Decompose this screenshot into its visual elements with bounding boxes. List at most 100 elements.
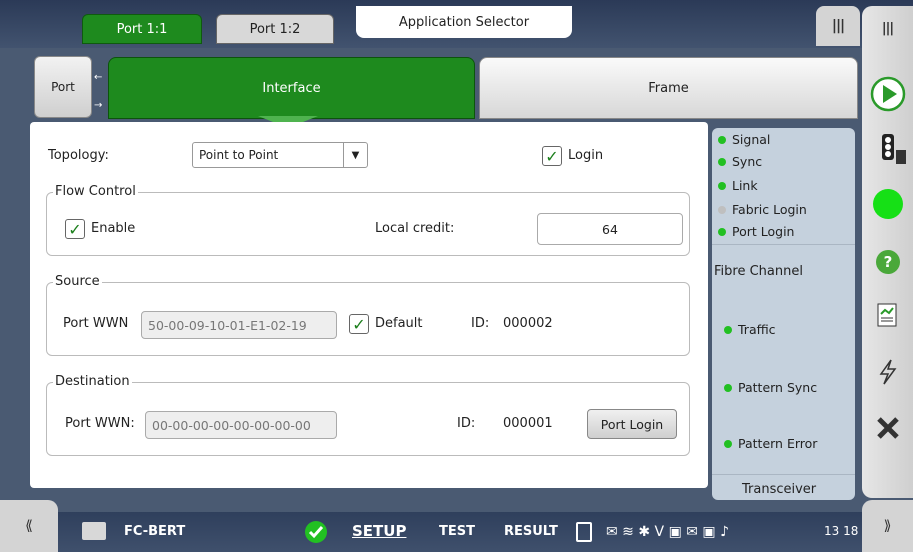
led-icon xyxy=(718,227,726,236)
tab-interface[interactable]: Interface xyxy=(108,57,475,119)
inject-error-button[interactable] xyxy=(862,346,913,398)
menu-icon: ||| xyxy=(831,18,845,34)
status-pattern-error: Pattern Error xyxy=(724,436,817,451)
topology-label: Topology: xyxy=(48,148,109,163)
status-port-login: Port Login xyxy=(718,224,794,239)
transceiver-label[interactable]: Transceiver xyxy=(742,482,816,497)
local-credit-input[interactable]: 64 xyxy=(537,213,683,245)
tab-frame[interactable]: Frame xyxy=(479,57,858,119)
topology-value: Point to Point xyxy=(199,148,279,162)
tab-port-1-2[interactable]: Port 1:2 xyxy=(216,14,334,44)
application-selector-label: Application Selector xyxy=(398,14,530,30)
status-label: Link xyxy=(732,178,758,193)
source-id-value: 000002 xyxy=(503,316,553,331)
led-icon xyxy=(724,383,732,392)
app-name: FC-BERT xyxy=(124,524,186,539)
left-collapse-button[interactable]: ⟪ xyxy=(0,500,58,552)
status-label: Fabric Login xyxy=(732,202,807,217)
status-label: Traffic xyxy=(738,322,776,337)
default-checkbox[interactable]: ✓ xyxy=(349,314,369,334)
login-label: Login xyxy=(568,148,604,163)
menu-button-right[interactable]: ||| xyxy=(862,6,913,50)
chevron-down-icon: ▼ xyxy=(343,143,367,167)
led-icon xyxy=(724,325,732,334)
bottom-bar: FC-BERT SETUP TEST RESULT ✉ ≋ ✱ V ▣ ✉ ▣ … xyxy=(0,512,913,552)
play-icon xyxy=(870,76,905,112)
double-chevron-left-icon: ⟪ xyxy=(25,518,33,534)
tab-setup[interactable]: SETUP xyxy=(352,522,406,540)
source-port-wwn-label: Port WWN xyxy=(63,316,129,331)
destination-port-wwn-input[interactable]: 00-00-00-00-00-00-00-00 xyxy=(145,411,337,439)
led-icon xyxy=(718,181,726,190)
status-link: Link xyxy=(718,178,758,193)
close-button[interactable] xyxy=(862,402,913,454)
clock: 13 18 xyxy=(824,524,859,538)
tab-frame-label: Frame xyxy=(648,80,689,96)
battery-icon xyxy=(576,522,592,542)
source-port-wwn-value: 50-00-09-10-01-E1-02-19 xyxy=(148,317,307,333)
local-credit-label: Local credit: xyxy=(375,221,455,236)
status-led-button[interactable] xyxy=(862,178,913,230)
tab-result[interactable]: RESULT xyxy=(504,524,558,539)
right-collapse-button[interactable]: ⟫ xyxy=(862,500,913,552)
source-title: Source xyxy=(53,274,102,289)
checkmark-icon xyxy=(305,521,327,543)
port-login-button-label: Port Login xyxy=(600,416,664,432)
led-icon xyxy=(724,439,732,448)
port-login-button[interactable]: Port Login xyxy=(587,409,677,439)
help-button[interactable]: ? xyxy=(862,236,913,288)
status-signal: Signal xyxy=(718,132,770,147)
default-label: Default xyxy=(375,316,423,331)
tab-label: Port 1:2 xyxy=(249,21,301,37)
flow-control-title: Flow Control xyxy=(53,184,138,199)
help-icon: ? xyxy=(875,250,900,274)
traffic-light-button[interactable] xyxy=(862,122,913,174)
status-label: Signal xyxy=(732,132,771,147)
lightning-icon xyxy=(879,359,896,385)
enable-label: Enable xyxy=(91,221,136,236)
destination-id-label: ID: xyxy=(457,416,476,431)
report-button[interactable] xyxy=(862,290,913,342)
destination-group: Destination Port WWN: 00-00-00-00-00-00-… xyxy=(46,374,690,456)
local-credit-value: 64 xyxy=(602,221,618,237)
port-side-button[interactable]: Port xyxy=(34,56,92,118)
flow-control-group: Flow Control ✓ Enable Local credit: 64 xyxy=(46,184,690,256)
module-icon xyxy=(82,522,106,540)
source-id-label: ID: xyxy=(471,316,490,331)
tab-port-1-1[interactable]: Port 1:1 xyxy=(82,14,202,44)
source-port-wwn-input[interactable]: 50-00-09-10-01-E1-02-19 xyxy=(141,311,337,339)
topology-select[interactable]: Point to Point ▼ xyxy=(192,142,368,168)
fibre-channel-label: Fibre Channel xyxy=(714,264,803,279)
right-panel: ||| ? xyxy=(862,6,913,498)
traffic-light-icon xyxy=(881,134,906,164)
double-chevron-right-icon: ⟫ xyxy=(883,518,892,534)
tab-test[interactable]: TEST xyxy=(439,524,475,539)
tab-label: Port 1:1 xyxy=(116,21,168,37)
report-icon xyxy=(877,303,896,327)
start-button[interactable] xyxy=(862,68,913,120)
close-icon xyxy=(876,417,899,439)
status-label: Pattern Error xyxy=(738,436,818,451)
status-fabric-login: Fabric Login xyxy=(718,202,807,217)
status-label: Pattern Sync xyxy=(738,380,818,395)
destination-title: Destination xyxy=(53,374,132,389)
status-icons: ✉ ≋ ✱ V ▣ ✉ ▣ ♪ xyxy=(606,524,730,540)
status-sync: Sync xyxy=(718,154,762,169)
menu-button-left[interactable]: ||| xyxy=(816,6,860,46)
destination-id-value: 000001 xyxy=(503,416,553,431)
status-pattern-sync: Pattern Sync xyxy=(724,380,817,395)
divider xyxy=(712,244,855,245)
destination-port-wwn-label: Port WWN: xyxy=(65,416,135,431)
led-icon xyxy=(718,135,726,144)
led-icon xyxy=(718,205,726,214)
destination-port-wwn-value: 00-00-00-00-00-00-00-00 xyxy=(152,417,311,433)
divider xyxy=(712,474,855,475)
enable-checkbox[interactable]: ✓ xyxy=(65,219,85,239)
tab-interface-label: Interface xyxy=(262,80,321,96)
login-checkbox[interactable]: ✓ xyxy=(542,146,562,166)
menu-icon: ||| xyxy=(881,20,894,36)
green-led-icon xyxy=(872,189,903,219)
source-group: Source Port WWN 50-00-09-10-01-E1-02-19 … xyxy=(46,274,690,356)
interface-panel: Topology: Point to Point ▼ ✓ Login Flow … xyxy=(30,122,708,488)
application-selector[interactable]: Application Selector xyxy=(356,6,572,38)
